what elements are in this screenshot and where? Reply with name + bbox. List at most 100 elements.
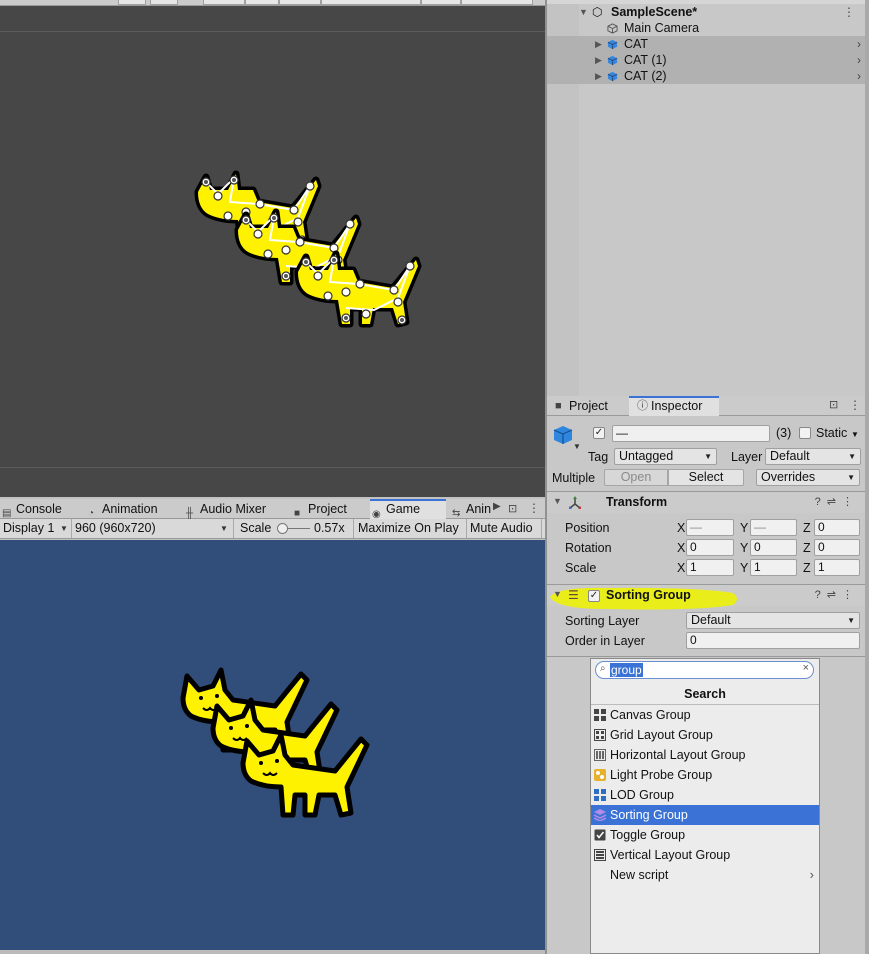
sorting-layer-dropdown[interactable]: Default ▼ bbox=[686, 612, 860, 629]
scale-y-field[interactable]: 1 bbox=[750, 559, 797, 576]
object-name-field[interactable]: — bbox=[612, 425, 770, 442]
chevron-down-icon[interactable]: ▼ bbox=[851, 430, 859, 439]
layer-dropdown[interactable]: Default ▼ bbox=[765, 448, 861, 465]
chevron-down-icon: ▼ bbox=[847, 473, 855, 482]
chevron-down-icon: ▼ bbox=[220, 524, 228, 533]
active-checkbox[interactable]: ✓ bbox=[593, 427, 605, 439]
order-in-layer-field[interactable]: 0 bbox=[686, 632, 860, 649]
fold-arrow-icon[interactable]: ▼ bbox=[553, 496, 562, 506]
toolbar-slot[interactable] bbox=[245, 0, 279, 5]
toolbar-slot[interactable] bbox=[421, 0, 461, 5]
sorting-group-header[interactable]: ▼ ☰ ✓ Sorting Group ?⇌⋮ bbox=[547, 584, 865, 610]
scene-name: SampleScene* bbox=[611, 5, 698, 19]
more-menu-icon[interactable]: ⋮ bbox=[528, 501, 540, 515]
transform-header[interactable]: ▼ Transform ?⇌⋮ bbox=[547, 491, 865, 513]
inspector-scrollbar[interactable] bbox=[865, 396, 869, 954]
result-horizontal-layout-group[interactable]: Horizontal Layout Group bbox=[591, 745, 819, 765]
lock-icon[interactable]: ⊡ bbox=[829, 398, 838, 411]
position-y-field[interactable]: — bbox=[750, 519, 797, 536]
component-header-icons[interactable]: ?⇌⋮ bbox=[815, 588, 859, 601]
expand-arrow-icon[interactable]: ▶ bbox=[595, 36, 602, 52]
toolbar-slot[interactable] bbox=[150, 0, 178, 5]
tab-label: Project bbox=[308, 502, 347, 516]
result-canvas-group[interactable]: Canvas Group bbox=[591, 705, 819, 725]
more-menu-icon[interactable]: ⋮ bbox=[843, 4, 855, 20]
gameobject-icon bbox=[607, 55, 618, 66]
scale-z-field[interactable]: 1 bbox=[814, 559, 860, 576]
result-toggle-group[interactable]: Toggle Group bbox=[591, 825, 819, 845]
clear-search-icon[interactable]: × bbox=[803, 662, 809, 674]
static-checkbox[interactable] bbox=[799, 427, 811, 439]
result-grid-layout-group[interactable]: Grid Layout Group bbox=[591, 725, 819, 745]
hierarchy-scene-row[interactable]: ▼ ⬡ SampleScene* ⋮ bbox=[547, 4, 865, 20]
tab-scroll-right-icon[interactable]: ▶ bbox=[493, 501, 501, 512]
scale-x-field[interactable]: 1 bbox=[686, 559, 734, 576]
tab-inspector[interactable]: ⓘ Inspector bbox=[629, 396, 719, 416]
position-x-field[interactable]: — bbox=[686, 519, 734, 536]
component-header-icons[interactable]: ?⇌⋮ bbox=[815, 495, 859, 508]
gameobject-icon bbox=[553, 426, 573, 444]
scale-slider-thumb[interactable] bbox=[277, 523, 288, 534]
tab-project[interactable]: ■ Project bbox=[551, 396, 627, 416]
expand-arrow-icon[interactable]: ▶ bbox=[595, 68, 602, 84]
toolbar-slot[interactable] bbox=[279, 0, 321, 5]
rotation-y-field[interactable]: 0 bbox=[750, 539, 797, 556]
tab-project[interactable]: ■ Project bbox=[292, 499, 366, 519]
hierarchy-item-cat-2[interactable]: ▶ CAT (2) › bbox=[547, 68, 865, 84]
selection-count: (3) bbox=[776, 426, 792, 440]
chevron-right-icon[interactable]: › bbox=[857, 36, 861, 52]
result-light-probe-group[interactable]: Light Probe Group bbox=[591, 765, 819, 785]
result-new-script[interactable]: New script › bbox=[591, 865, 819, 885]
display-dropdown[interactable]: Display 1 ▼ bbox=[0, 519, 72, 538]
result-lod-group[interactable]: LOD Group bbox=[591, 785, 819, 805]
toolbar-slot[interactable] bbox=[118, 0, 146, 5]
toolbar-slot[interactable] bbox=[203, 0, 245, 5]
scale-label: Scale bbox=[565, 561, 597, 575]
expand-arrow-icon[interactable]: ▶ bbox=[595, 52, 602, 68]
order-in-layer-value: 0 bbox=[690, 633, 697, 647]
maximize-on-play-toggle[interactable]: Maximize On Play bbox=[355, 519, 467, 538]
chevron-down-icon[interactable]: ▼ bbox=[573, 442, 581, 451]
tab-label: Game bbox=[386, 502, 421, 516]
rotation-x-field[interactable]: 0 bbox=[686, 539, 734, 556]
toolbar-slot[interactable] bbox=[461, 0, 533, 5]
hierarchy-item-cat-1[interactable]: ▶ CAT (1) › bbox=[547, 52, 865, 68]
result-vertical-layout-group[interactable]: Vertical Layout Group bbox=[591, 845, 819, 865]
tab-audio-mixer[interactable]: ╫ Audio Mixer bbox=[184, 499, 290, 519]
hierarchy-item-cat[interactable]: ▶ CAT › bbox=[547, 36, 865, 52]
component-search-input[interactable]: ⌕ group × bbox=[595, 661, 814, 679]
prefab-multiple-label: Multiple bbox=[552, 471, 596, 485]
sorting-group-enabled-checkbox[interactable]: ✓ bbox=[588, 590, 600, 602]
expand-arrow-icon[interactable]: ▼ bbox=[579, 4, 588, 20]
tab-animator[interactable]: ⇆ Anin bbox=[450, 499, 492, 519]
lock-icon[interactable]: ⊡ bbox=[508, 502, 517, 515]
result-sorting-group[interactable]: Sorting Group bbox=[591, 805, 819, 825]
rotation-z-field[interactable]: 0 bbox=[814, 539, 860, 556]
hierarchy-item-main-camera[interactable]: Main Camera bbox=[547, 20, 865, 36]
tab-animation[interactable]: ◔ Animation bbox=[86, 499, 178, 519]
tag-value: Untagged bbox=[619, 449, 674, 463]
hierarchy-scrollbar[interactable] bbox=[865, 0, 869, 396]
overrides-dropdown[interactable]: Overrides ▼ bbox=[756, 469, 860, 486]
tab-game[interactable]: ◉ Game bbox=[370, 499, 446, 520]
result-label: Sorting Group bbox=[610, 808, 688, 822]
resolution-dropdown[interactable]: 960 (960x720) ▼ bbox=[72, 519, 234, 538]
tab-label: Audio Mixer bbox=[200, 502, 266, 516]
tab-console[interactable]: ▤ Console bbox=[0, 499, 86, 519]
position-z-field[interactable]: 0 bbox=[814, 519, 860, 536]
chevron-right-icon[interactable]: › bbox=[857, 52, 861, 68]
more-menu-icon[interactable]: ⋮ bbox=[849, 398, 861, 412]
fold-arrow-icon[interactable]: ▼ bbox=[553, 589, 562, 599]
prefab-select-button[interactable]: Select bbox=[668, 469, 744, 486]
chevron-right-icon[interactable]: › bbox=[857, 68, 861, 84]
resolution-value: 960 (960x720) bbox=[75, 521, 156, 535]
tag-dropdown[interactable]: Untagged ▼ bbox=[614, 448, 717, 465]
scene-view[interactable] bbox=[0, 0, 545, 497]
scene-toolbar bbox=[0, 0, 545, 6]
game-view[interactable] bbox=[0, 540, 545, 954]
scale-control[interactable]: Scale 0.57x bbox=[234, 519, 354, 538]
horizontal-layout-icon bbox=[594, 749, 606, 761]
toolbar-slot[interactable] bbox=[321, 0, 421, 5]
mute-audio-toggle[interactable]: Mute Audio bbox=[467, 519, 542, 538]
prefab-open-button[interactable]: Open bbox=[604, 469, 668, 486]
